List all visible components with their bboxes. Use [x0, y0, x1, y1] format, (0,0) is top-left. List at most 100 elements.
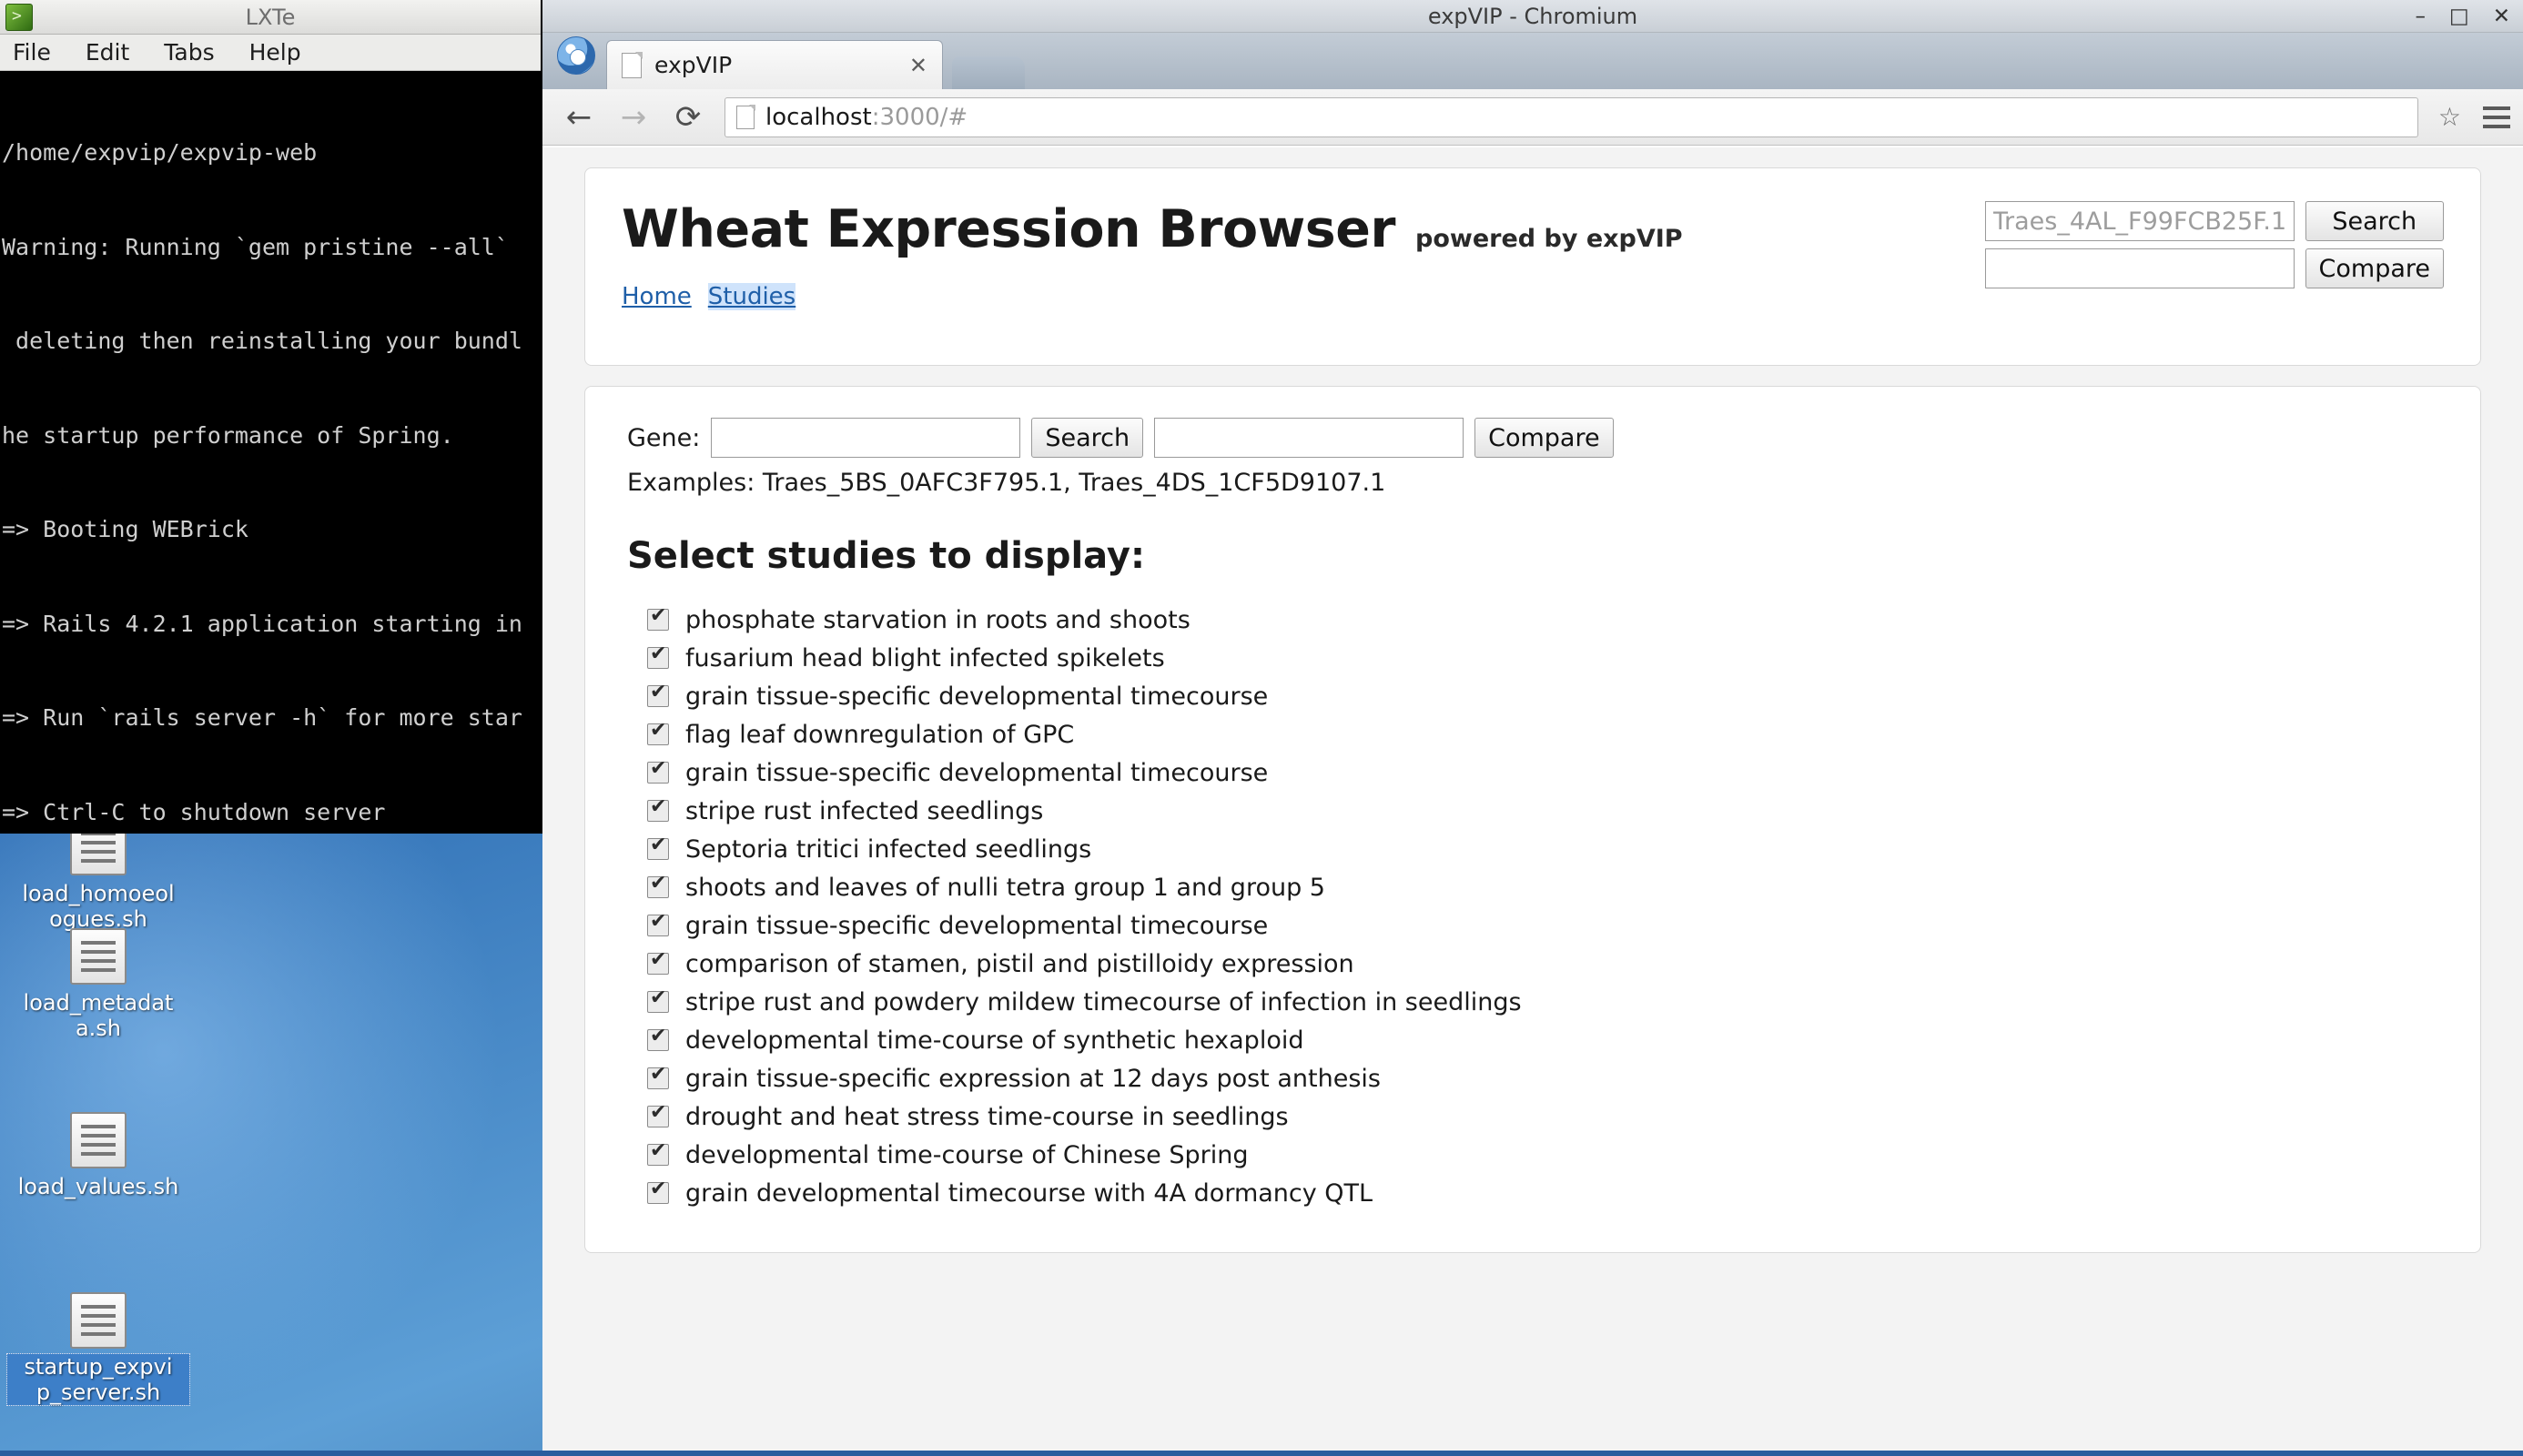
bookmark-star-icon[interactable]: ☆ — [2431, 102, 2468, 132]
menu-item-edit[interactable]: Edit — [82, 37, 133, 67]
terminal-titlebar[interactable]: LXTe — [0, 0, 541, 35]
study-label: fusarium head blight infected spikelets — [685, 643, 1165, 672]
gene-compare-button[interactable]: Compare — [1474, 418, 1614, 458]
study-list-item[interactable]: grain developmental timecourse with 4A d… — [627, 1174, 2438, 1212]
hamburger-menu-icon[interactable] — [2483, 106, 2510, 128]
header-gene-search-input[interactable] — [1984, 201, 2295, 241]
study-checkbox[interactable] — [647, 720, 669, 745]
header-compare-button[interactable]: Compare — [2305, 248, 2444, 288]
study-list-item[interactable]: comparison of stamen, pistil and pistill… — [627, 945, 2438, 983]
menu-item-help[interactable]: Help — [246, 37, 305, 67]
gene-compare-input[interactable] — [1154, 418, 1464, 458]
study-list-item[interactable]: developmental time-course of Chinese Spr… — [627, 1136, 2438, 1174]
gene-search-input[interactable] — [711, 418, 1021, 458]
terminal-line: deleting then reinstalling your bundl — [2, 328, 522, 354]
new-tab-button[interactable] — [952, 56, 1025, 89]
desktop-icon-label: load_metadat a.sh — [23, 990, 174, 1041]
study-list-item[interactable]: fusarium head blight infected spikelets — [627, 639, 2438, 677]
page-icon — [622, 52, 643, 78]
maximize-icon[interactable]: □ — [2449, 5, 2469, 27]
study-label: stripe rust infected seedlings — [685, 796, 1044, 825]
script-file-icon — [70, 928, 127, 985]
chromium-window[interactable]: expVIP - Chromium – □ ✕ expVIP ✕ ← → ⟳ l… — [542, 0, 2523, 1451]
study-list-item[interactable]: developmental time-course of synthetic h… — [627, 1021, 2438, 1059]
browser-titlebar[interactable]: expVIP - Chromium – □ ✕ — [542, 0, 2523, 33]
study-label: grain tissue-specific expression at 12 d… — [685, 1064, 1381, 1093]
study-label: developmental time-course of Chinese Spr… — [685, 1140, 1249, 1169]
browser-window-title: expVIP - Chromium — [1427, 3, 1638, 29]
close-icon[interactable]: ✕ — [2493, 5, 2510, 27]
study-checkbox[interactable] — [647, 1140, 669, 1166]
study-checkbox[interactable] — [647, 987, 669, 1013]
study-label: grain tissue-specific developmental time… — [685, 758, 1269, 787]
back-icon[interactable]: ← — [555, 96, 603, 138]
study-checkbox[interactable] — [647, 758, 669, 784]
desktop-icon-label: load_homoeol ogues.sh — [22, 881, 175, 932]
minimize-icon[interactable]: – — [2415, 5, 2426, 27]
page-info-icon — [736, 105, 755, 129]
gene-search-form[interactable]: Gene: Search Compare — [627, 418, 2438, 458]
study-list-item[interactable]: Septoria tritici infected seedlings — [627, 830, 2438, 868]
address-bar[interactable]: localhost:3000/# — [724, 96, 2418, 137]
nav-link-home[interactable]: Home — [622, 283, 692, 310]
web-page-content: Wheat Expression Browser powered by expV… — [542, 147, 2523, 1451]
desktop-icon-load-metadata[interactable]: load_metadat a.sh — [7, 928, 189, 1041]
study-list-item[interactable]: phosphate starvation in roots and shoots — [627, 601, 2438, 639]
terminal-window-title: LXTe — [245, 4, 296, 30]
study-list-item[interactable]: grain tissue-specific developmental time… — [627, 753, 2438, 792]
study-list-item[interactable]: grain tissue-specific expression at 12 d… — [627, 1059, 2438, 1097]
desktop-icon-label: load_values.sh — [17, 1174, 179, 1199]
study-checkbox[interactable] — [647, 796, 669, 822]
terminal-output[interactable]: /home/expvip/expvip-web Warning: Running… — [0, 71, 541, 834]
tab-strip[interactable]: expVIP ✕ — [542, 33, 2523, 89]
lxterminal-window[interactable]: LXTe File Edit Tabs Help /home/expvip/ex… — [0, 0, 542, 834]
study-label: grain tissue-specific developmental time… — [685, 911, 1269, 940]
desktop-icon-startup-expvip-server[interactable]: startup_expvi p_server.sh — [6, 1292, 190, 1406]
url-host: localhost — [765, 103, 872, 131]
study-label: comparison of stamen, pistil and pistill… — [685, 949, 1354, 978]
study-list-item[interactable]: stripe rust and powdery mildew timecours… — [627, 983, 2438, 1021]
study-checkbox[interactable] — [647, 1178, 669, 1204]
menu-item-file[interactable]: File — [9, 37, 55, 67]
study-checkbox[interactable] — [647, 873, 669, 898]
desktop-icon-load-values[interactable]: load_values.sh — [7, 1112, 189, 1199]
browser-toolbar[interactable]: ← → ⟳ localhost:3000/# ☆ — [542, 89, 2523, 146]
study-list-item[interactable]: grain tissue-specific developmental time… — [627, 677, 2438, 715]
study-checkbox[interactable] — [647, 834, 669, 860]
nav-link-studies[interactable]: Studies — [707, 283, 796, 310]
reload-icon[interactable]: ⟳ — [664, 96, 712, 138]
terminal-line: => Run `rails server -h` for more star — [2, 704, 522, 731]
header-compare-input[interactable] — [1984, 248, 2295, 288]
study-checkbox[interactable] — [647, 643, 669, 669]
study-checkbox[interactable] — [647, 911, 669, 936]
site-header-panel: Wheat Expression Browser powered by expV… — [584, 167, 2481, 366]
study-label: Septoria tritici infected seedlings — [685, 834, 1092, 864]
menu-item-tabs[interactable]: Tabs — [160, 37, 218, 67]
header-search-form[interactable]: Search Compare — [1984, 201, 2444, 288]
page-subtitle: powered by expVIP — [1415, 225, 1683, 253]
script-file-icon — [70, 1292, 127, 1349]
window-controls[interactable]: – □ ✕ — [2415, 0, 2510, 33]
studies-checkbox-list[interactable]: phosphate starvation in roots and shoots… — [627, 601, 2438, 1212]
terminal-menubar[interactable]: File Edit Tabs Help — [0, 35, 541, 71]
header-search-button[interactable]: Search — [2305, 201, 2444, 241]
study-list-item[interactable]: stripe rust infected seedlings — [627, 792, 2438, 830]
desktop-icon-load-homoeologues[interactable]: load_homoeol ogues.sh — [7, 819, 189, 932]
forward-icon[interactable]: → — [610, 96, 657, 138]
desktop-icon-label: startup_expvi p_server.sh — [6, 1353, 190, 1406]
study-checkbox[interactable] — [647, 1026, 669, 1051]
gene-search-button[interactable]: Search — [1031, 418, 1144, 458]
study-checkbox[interactable] — [647, 1102, 669, 1127]
study-checkbox[interactable] — [647, 1064, 669, 1089]
study-list-item[interactable]: flag leaf downregulation of GPC — [627, 715, 2438, 753]
study-checkbox[interactable] — [647, 682, 669, 707]
script-file-icon — [70, 1112, 127, 1168]
tab-close-icon[interactable]: ✕ — [904, 53, 933, 78]
study-list-item[interactable]: shoots and leaves of nulli tetra group 1… — [627, 868, 2438, 906]
study-list-item[interactable]: drought and heat stress time-course in s… — [627, 1097, 2438, 1136]
study-list-item[interactable]: grain tissue-specific developmental time… — [627, 906, 2438, 945]
study-checkbox[interactable] — [647, 949, 669, 975]
page-title: Wheat Expression Browser — [622, 199, 1396, 259]
tab-expvip[interactable]: expVIP ✕ — [606, 40, 943, 89]
study-checkbox[interactable] — [647, 605, 669, 631]
